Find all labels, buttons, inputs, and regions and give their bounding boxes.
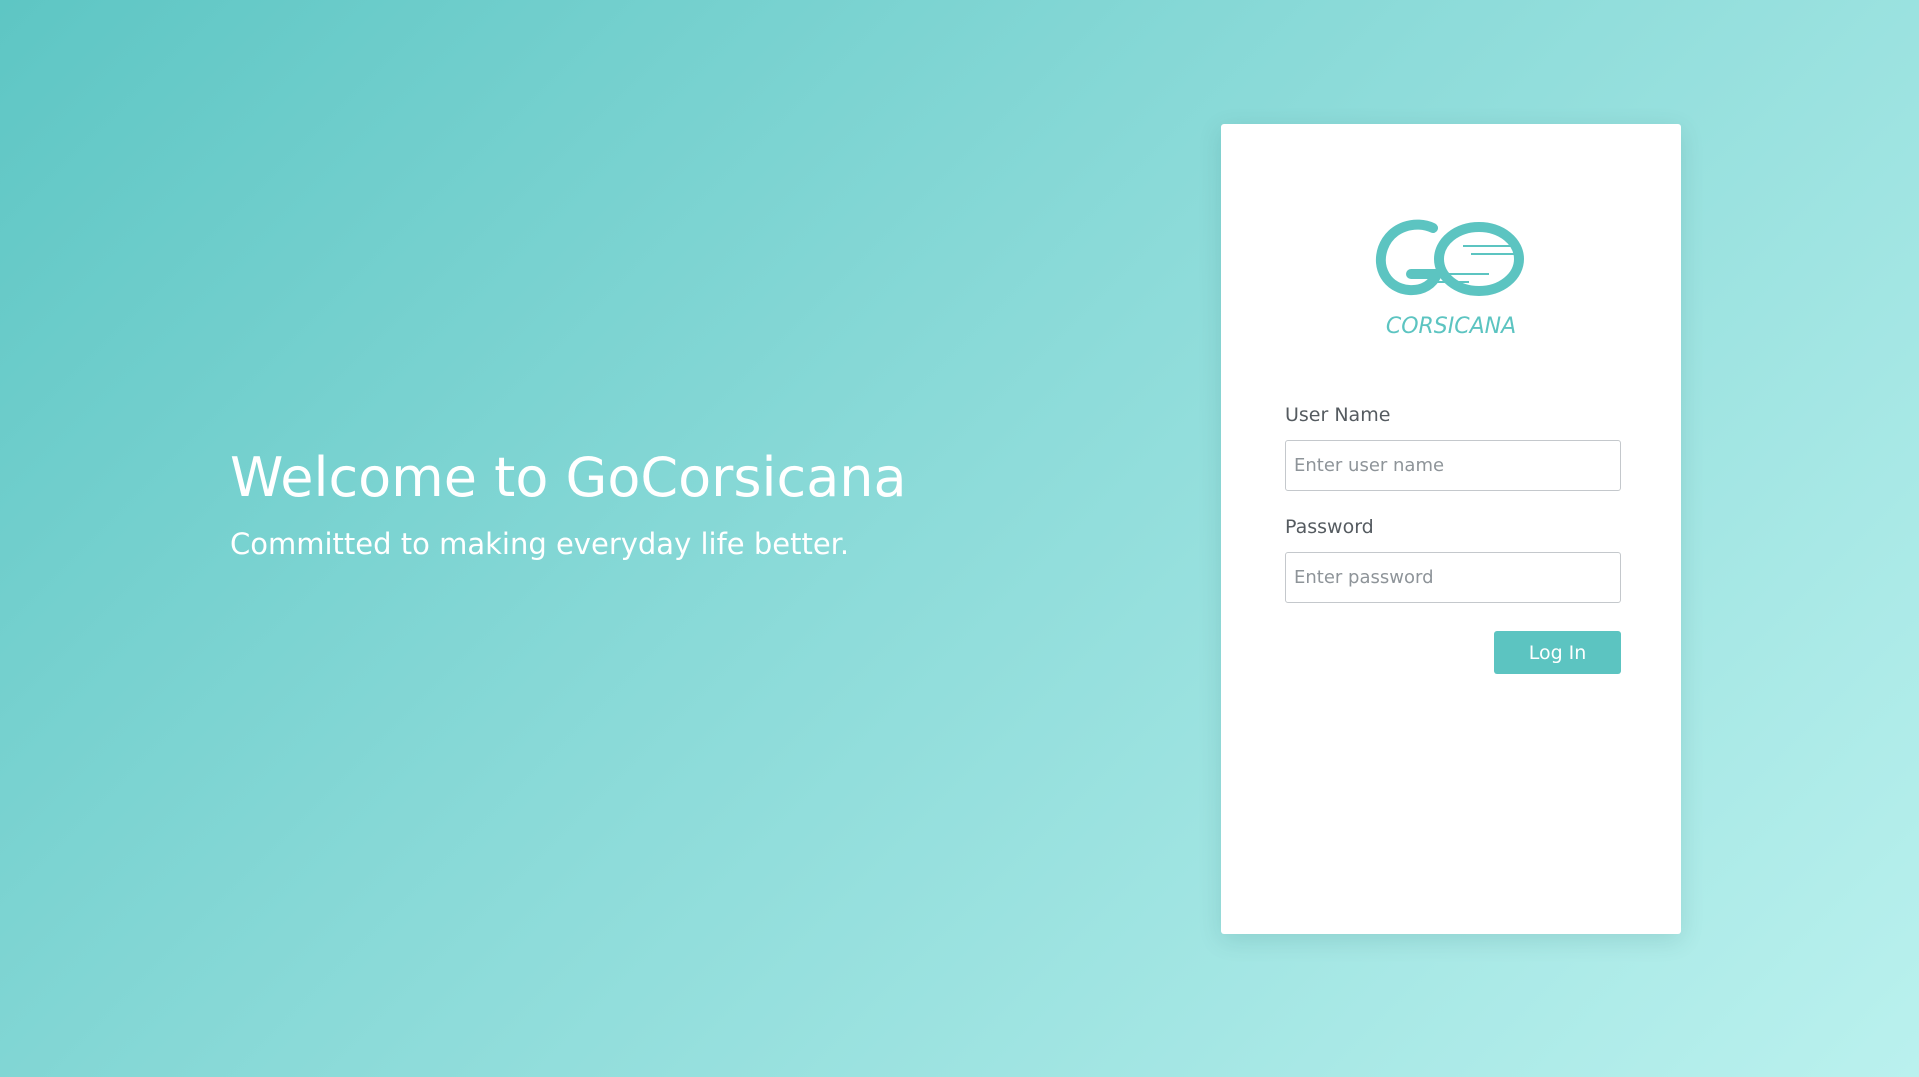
username-input[interactable] <box>1285 440 1621 491</box>
password-label: Password <box>1285 516 1374 538</box>
username-label: User Name <box>1285 404 1391 426</box>
welcome-section: Welcome to GoCorsicana Committed to maki… <box>230 445 907 563</box>
form-actions: Log In <box>1285 631 1621 674</box>
login-form: User Name Password Log In <box>1285 402 1621 674</box>
welcome-subtitle: Committed to making everyday life better… <box>230 527 850 561</box>
welcome-title: Welcome to GoCorsicana <box>230 446 907 509</box>
login-card: CORSICANA User Name Password Log In <box>1221 124 1681 934</box>
password-group: Password <box>1285 514 1621 603</box>
gocorsicana-logo: CORSICANA <box>1371 216 1531 346</box>
go-logo-icon <box>1375 219 1524 296</box>
login-button[interactable]: Log In <box>1494 631 1621 674</box>
logo-wordmark: CORSICANA <box>1385 314 1517 339</box>
password-input[interactable] <box>1285 552 1621 603</box>
